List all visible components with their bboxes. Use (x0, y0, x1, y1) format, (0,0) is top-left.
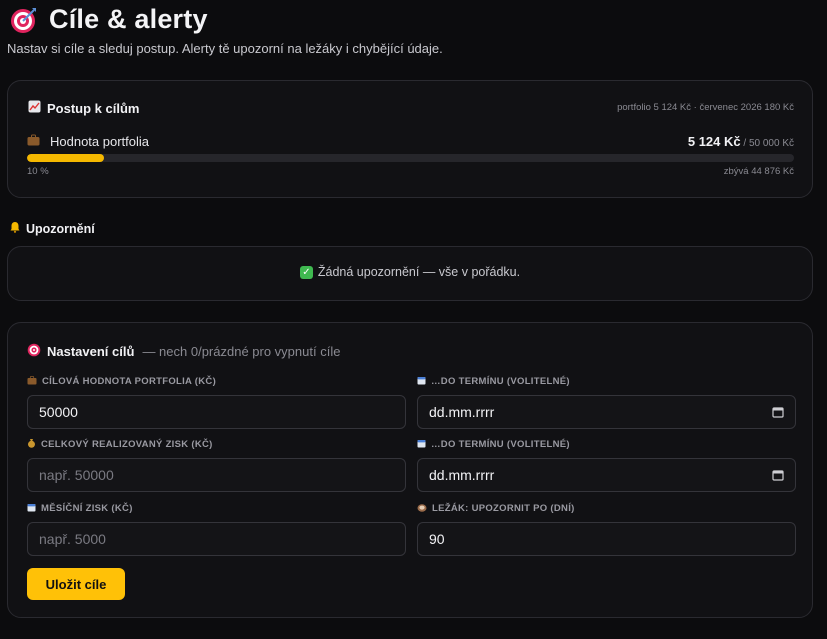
progress-percent: 10 % (27, 166, 49, 177)
target-icon (27, 343, 41, 360)
page-subtitle: Nastav si cíle a sleduj postup. Alerty t… (7, 41, 443, 56)
field-label-wrap: …DO TERMÍNU (VOLITELNÉ) (417, 375, 796, 387)
goal-values: 5 124 Kč / 50 000 Kč (688, 134, 794, 149)
field-label: …DO TERMÍNU (VOLITELNÉ) (431, 375, 570, 387)
calendar-picker-icon[interactable] (772, 406, 784, 418)
money-bag-icon (27, 438, 36, 450)
alerts-card: ✓ Žádná upozornění — vše v pořádku. (7, 246, 813, 301)
calendar-picker-icon[interactable] (772, 469, 784, 481)
check-icon: ✓ (299, 265, 313, 279)
field-portfolio-deadline: …DO TERMÍNU (VOLITELNÉ) dd.mm.rrrr (417, 375, 796, 429)
field-idle-days: LEŽÁK: UPOZORNIT PO (DNÍ) 90 (417, 502, 796, 556)
goal-target: / 50 000 Kč (743, 138, 794, 149)
field-label-wrap: CÍLOVÁ HODNOTA PORTFOLIA (KČ) (27, 375, 406, 387)
field-label: LEŽÁK: UPOZORNIT PO (DNÍ) (432, 502, 575, 514)
calendar-icon (27, 503, 36, 514)
alerts-message: Žádná upozornění — vše v pořádku. (317, 265, 521, 279)
settings-hint: — nech 0/prázdné pro vypnutí cíle (142, 344, 341, 359)
field-label-wrap: …DO TERMÍNU (VOLITELNÉ) (417, 438, 796, 450)
profit-deadline-input[interactable]: dd.mm.rrrr (417, 458, 796, 492)
settings-heading: Nastavení cílů — nech 0/prázdné pro vypn… (27, 343, 340, 360)
goal-label-wrap: Hodnota portfolia (27, 134, 149, 149)
field-portfolio-target: CÍLOVÁ HODNOTA PORTFOLIA (KČ) 50000 (27, 375, 406, 429)
sloth-icon (417, 503, 427, 514)
target-icon (11, 7, 36, 33)
progress-meta: portfolio 5 124 Kč · červenec 2026 180 K… (617, 102, 794, 113)
settings-card: Nastavení cílů — nech 0/prázdné pro vypn… (7, 322, 813, 618)
field-profit-deadline: …DO TERMÍNU (VOLITELNÉ) dd.mm.rrrr (417, 438, 796, 492)
goals-alerts-page: Cíle & alerty Nastav si cíle a sleduj po… (0, 0, 827, 639)
field-monthly-profit: MĚSÍČNÍ ZISK (KČ) (27, 502, 406, 556)
progress-bar (27, 154, 794, 162)
briefcase-icon (27, 375, 37, 387)
progress-bar-fill (27, 154, 104, 162)
page-title: Cíle & alerty (49, 4, 208, 34)
settings-title: Nastavení cílů (47, 344, 135, 359)
field-label-wrap: LEŽÁK: UPOZORNIT PO (DNÍ) (417, 502, 796, 514)
alerts-title: Upozornění (26, 221, 95, 236)
bell-icon (9, 221, 21, 236)
field-label: …DO TERMÍNU (VOLITELNÉ) (431, 438, 570, 450)
calendar-icon (417, 439, 426, 450)
goal-row: Hodnota portfolia 5 124 Kč / 50 000 Kč (27, 134, 794, 149)
alerts-empty-state: ✓ Žádná upozornění — vše v pořádku. (8, 265, 812, 279)
goal-label: Hodnota portfolia (50, 134, 150, 149)
date-value: dd.mm.rrrr (429, 467, 495, 483)
field-label: CELKOVÝ REALIZOVANÝ ZISK (KČ) (41, 438, 213, 450)
save-goals-button[interactable]: Uložit cíle (27, 568, 125, 600)
field-realized-profit: CELKOVÝ REALIZOVANÝ ZISK (KČ) (27, 438, 406, 492)
idle-days-input[interactable]: 90 (417, 522, 796, 556)
monthly-profit-input[interactable] (27, 522, 406, 556)
realized-profit-input[interactable] (27, 458, 406, 492)
briefcase-icon (27, 134, 40, 149)
progress-heading: Postup k cílům (27, 100, 139, 116)
progress-card: Postup k cílům portfolio 5 124 Kč · červ… (7, 80, 813, 198)
field-label: CÍLOVÁ HODNOTA PORTFOLIA (KČ) (42, 375, 217, 387)
portfolio-target-input[interactable]: 50000 (27, 395, 406, 429)
portfolio-deadline-input[interactable]: dd.mm.rrrr (417, 395, 796, 429)
progress-remaining: zbývá 44 876 Kč (723, 166, 794, 177)
goal-current: 5 124 Kč (687, 134, 741, 149)
page-header: Cíle & alerty (10, 4, 208, 35)
field-label-wrap: MĚSÍČNÍ ZISK (KČ) (27, 502, 406, 514)
field-label-wrap: CELKOVÝ REALIZOVANÝ ZISK (KČ) (27, 438, 406, 450)
date-value: dd.mm.rrrr (429, 404, 495, 420)
field-label: MĚSÍČNÍ ZISK (KČ) (41, 502, 133, 514)
progress-title: Postup k cílům (47, 100, 140, 116)
calendar-icon (417, 376, 426, 387)
chart-up-icon (27, 100, 41, 116)
alerts-heading: Upozornění (9, 221, 95, 236)
